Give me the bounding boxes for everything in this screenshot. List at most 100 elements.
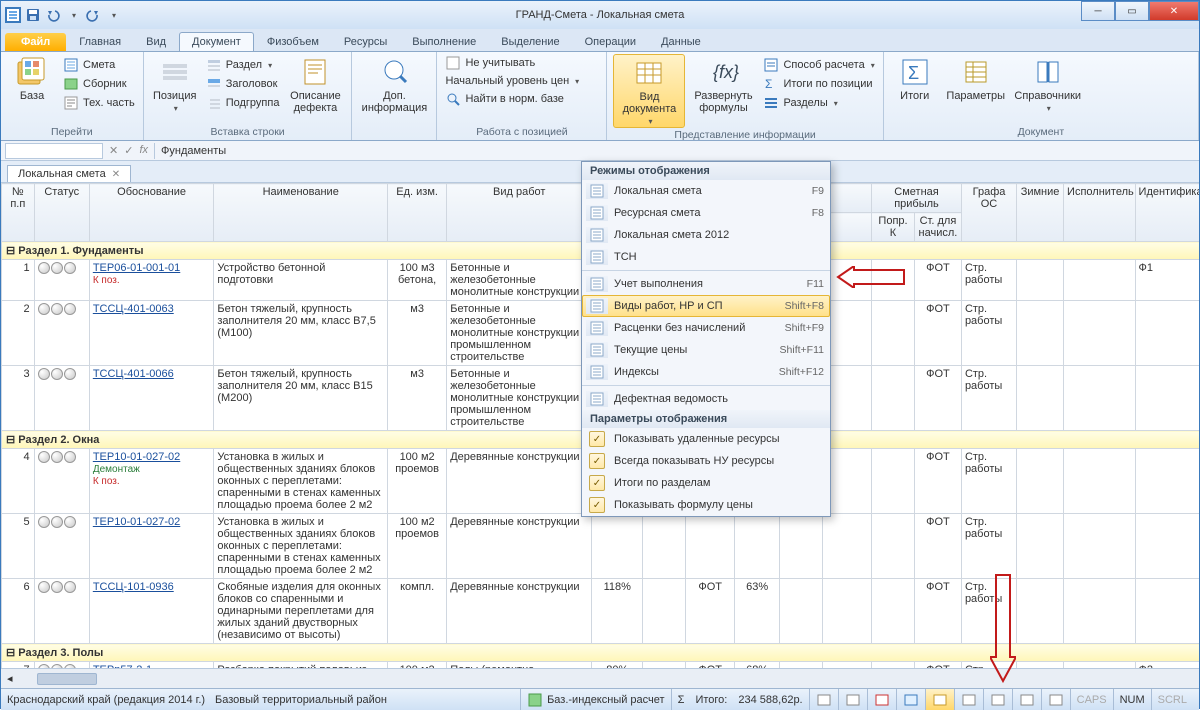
- col-ispoln[interactable]: Исполнитель: [1064, 184, 1135, 242]
- sprav-button[interactable]: Справочники: [1012, 54, 1084, 114]
- defect-button[interactable]: Описание дефекта: [285, 54, 345, 114]
- col-name[interactable]: Наименование: [214, 184, 388, 242]
- dd-check-item[interactable]: ✓Показывать удаленные ресурсы: [582, 428, 830, 450]
- status-calc[interactable]: Баз.-индексный расчет: [520, 689, 670, 710]
- sb-ico4[interactable]: [896, 689, 925, 710]
- dd-item[interactable]: Ресурсная сметаF8: [582, 202, 830, 224]
- cancel-icon[interactable]: ✕: [109, 144, 118, 157]
- svg-text:Σ: Σ: [765, 77, 772, 91]
- status-total[interactable]: Σ Итого: 234 588,62р.: [671, 689, 809, 710]
- col-ident[interactable]: Идентификатор: [1135, 184, 1199, 242]
- col-num[interactable]: № п.п: [2, 184, 35, 242]
- dd-item[interactable]: Текущие ценыShift+F11: [582, 339, 830, 361]
- col-ed[interactable]: Ед. изм.: [388, 184, 447, 242]
- formula-value[interactable]: Фундаменты: [154, 143, 1195, 159]
- tab-document[interactable]: Документ: [179, 32, 254, 51]
- subgroup-button[interactable]: Подгруппа: [204, 94, 282, 112]
- tab-vypolnenie[interactable]: Выполнение: [400, 33, 488, 51]
- redo-icon[interactable]: [85, 7, 101, 23]
- save-icon[interactable]: [25, 7, 41, 23]
- col-stnach[interactable]: Ст. для начисл.: [914, 213, 961, 242]
- accept-icon[interactable]: ✓: [124, 144, 133, 157]
- sposob-button[interactable]: Способ расчета: [761, 56, 876, 74]
- status-region[interactable]: Краснодарский край (редакция 2014 г.): [7, 694, 205, 706]
- sb-ico6[interactable]: [954, 689, 983, 710]
- section-row[interactable]: ⊟ Раздел 3. Полы: [2, 644, 1200, 662]
- level-button[interactable]: Начальный уровень цен: [443, 74, 581, 88]
- dd-item[interactable]: Виды работ, НР и СПShift+F8: [582, 295, 830, 317]
- params-button[interactable]: Параметры: [944, 54, 1008, 102]
- sb-ico1[interactable]: [809, 689, 838, 710]
- ribbon: База Смета Сборник Тех. часть Перейти По…: [1, 51, 1199, 141]
- close-button[interactable]: ✕: [1149, 1, 1199, 21]
- base-button[interactable]: База: [7, 54, 57, 102]
- razdely-button[interactable]: Разделы: [761, 94, 876, 112]
- table-row[interactable]: 7ТЕРр57-2-1Разборка покрытий полов: из л…: [2, 662, 1200, 669]
- col-poprk[interactable]: Попр. К: [872, 213, 915, 242]
- col-grafa[interactable]: Графа ОС: [961, 184, 1016, 242]
- itogipoz-button[interactable]: ΣИтоги по позиции: [761, 75, 876, 93]
- razdel-button[interactable]: Раздел: [204, 56, 282, 74]
- sbornik-button[interactable]: Сборник: [61, 75, 137, 93]
- dd-check-item[interactable]: ✓Показывать формулу цены: [582, 494, 830, 516]
- col-status[interactable]: Статус: [34, 184, 89, 242]
- sb-ico8[interactable]: [1012, 689, 1041, 710]
- col-zimnie[interactable]: Зимние: [1017, 184, 1064, 242]
- tech-button[interactable]: Тех. часть: [61, 94, 137, 112]
- undo-icon[interactable]: [45, 7, 61, 23]
- tab-operations[interactable]: Операции: [573, 33, 648, 51]
- status-area[interactable]: Базовый территориальный район: [215, 694, 387, 706]
- scroll-left-icon[interactable]: ◂: [7, 672, 13, 685]
- dd-item[interactable]: Расценки без начисленийShift+F9: [582, 317, 830, 339]
- col-vid[interactable]: Вид работ: [447, 184, 592, 242]
- maximize-button[interactable]: ▭: [1115, 1, 1149, 21]
- sb-ico7[interactable]: [983, 689, 1012, 710]
- undo-dropdown-icon[interactable]: [65, 7, 81, 23]
- itogi-button[interactable]: ΣИтоги: [890, 54, 940, 102]
- dopinfo-button[interactable]: Доп. информация: [358, 54, 430, 114]
- dd-item[interactable]: Локальная смета 2012: [582, 224, 830, 246]
- tab-file[interactable]: Файл: [5, 33, 66, 51]
- sb-ico5[interactable]: [925, 689, 954, 710]
- table-row[interactable]: 5ТЕР10-01-027-02Установка в жилых и обще…: [2, 514, 1200, 579]
- smeta-button[interactable]: Смета: [61, 56, 137, 74]
- tab-resources[interactable]: Ресурсы: [332, 33, 399, 51]
- tab-vydelenie[interactable]: Выделение: [489, 33, 571, 51]
- dd-check-item[interactable]: ✓Итоги по разделам: [582, 472, 830, 494]
- titlebar: ГРАНД-Смета - Локальная смета ─ ▭ ✕: [1, 1, 1199, 29]
- cell-ref-input[interactable]: [5, 143, 103, 159]
- horizontal-scrollbar[interactable]: ◂: [1, 668, 1199, 688]
- dd-item[interactable]: Локальная сметаF9: [582, 180, 830, 202]
- dd-check-item[interactable]: ✓Всегда показывать НУ ресурсы: [582, 450, 830, 472]
- doctab-close-icon[interactable]: ✕: [112, 169, 120, 180]
- scroll-thumb[interactable]: [37, 673, 97, 685]
- sb-ico3[interactable]: [867, 689, 896, 710]
- app-icon: [5, 7, 21, 23]
- col-smpr[interactable]: Сметная прибыль: [872, 184, 962, 213]
- dd-item[interactable]: Дефектная ведомость: [582, 388, 830, 410]
- dd-item[interactable]: ИндексыShift+F12: [582, 361, 830, 383]
- col-obosn[interactable]: Обоснование: [89, 184, 214, 242]
- group-info-title: [358, 125, 430, 140]
- find-button[interactable]: Найти в норм. базе: [443, 90, 565, 108]
- neuchit-button[interactable]: Не учитывать: [443, 54, 537, 72]
- sb-ico2[interactable]: [838, 689, 867, 710]
- position-button[interactable]: Позиция: [150, 54, 200, 114]
- doctab-local[interactable]: Локальная смета✕: [7, 165, 131, 182]
- table-row[interactable]: 6ТССЦ-101-0936Скобяные изделия для оконн…: [2, 579, 1200, 644]
- tab-data[interactable]: Данные: [649, 33, 713, 51]
- tab-view[interactable]: Вид: [134, 33, 178, 51]
- minimize-button[interactable]: ─: [1081, 1, 1115, 21]
- dd-item[interactable]: ТСН: [582, 246, 830, 268]
- fx-icon[interactable]: fx: [139, 144, 148, 157]
- dd-header-modes: Режимы отображения: [582, 162, 830, 180]
- sb-ico9[interactable]: [1041, 689, 1070, 710]
- tab-main[interactable]: Главная: [67, 33, 133, 51]
- dd-item[interactable]: Учет выполненияF11: [582, 273, 830, 295]
- header-button[interactable]: Заголовок: [204, 75, 282, 93]
- qat-customize-icon[interactable]: [105, 7, 121, 23]
- group-workpos-title: Работа с позицией: [443, 125, 600, 140]
- tab-fizobjem[interactable]: Физобъем: [255, 33, 331, 51]
- viddoc-button[interactable]: Вид документа: [613, 54, 685, 128]
- razv-button[interactable]: {fx}Развернуть формулы: [689, 54, 757, 114]
